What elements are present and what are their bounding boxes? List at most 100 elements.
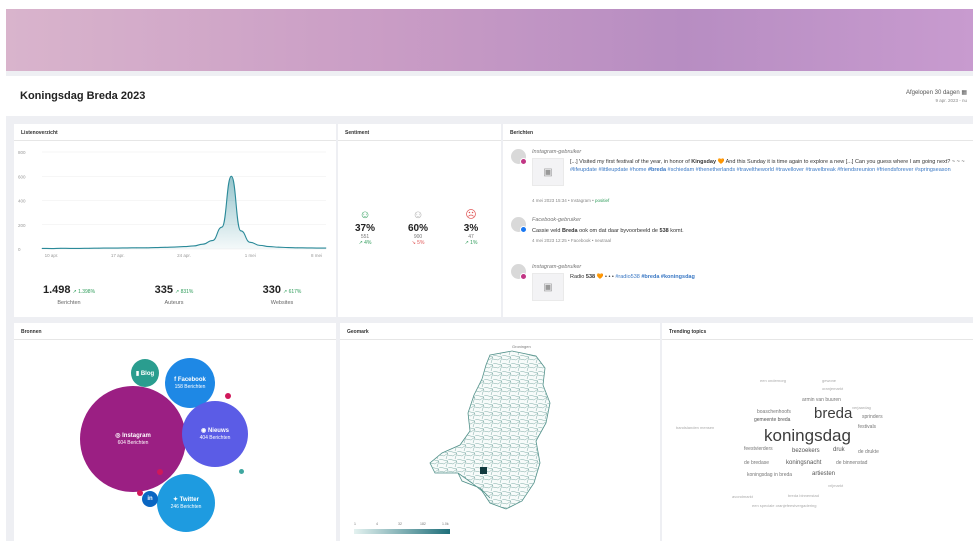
source-count: 404 Berichten [199, 435, 231, 441]
post-item[interactable]: Facebook-gebruiker Cassie veld Breda ook… [511, 217, 967, 247]
stat-auteurs: 335 ↗ 831% Auteurs [139, 280, 209, 306]
trending-word[interactable]: een ondernorg [760, 378, 786, 383]
trending-word[interactable]: de binnenstad [836, 460, 867, 466]
hashtag[interactable]: #radio538 [615, 274, 641, 280]
trending-word[interactable]: koningsnacht [786, 460, 821, 466]
post-text-span: [...] Visited my first festival of the y… [570, 159, 692, 165]
facebook-icon: f [174, 376, 177, 383]
sentiment-percent: 3% [463, 223, 479, 234]
bubble-linkedin[interactable]: in [142, 491, 158, 507]
hashtag[interactable]: #schiedam #thenetherlands #traveltheworl… [666, 167, 951, 173]
trending-word[interactable]: koningsdag [764, 426, 851, 446]
data-point [70, 247, 71, 249]
hashtag[interactable]: #breda #koningsdag [641, 274, 695, 280]
data-point [268, 246, 270, 247]
data-point [221, 226, 223, 228]
post-text-span: ook om dat daar byvoorbeeld de [577, 228, 660, 234]
trending-panel: Trending topics koningsdag breda gemeente … [662, 323, 973, 541]
trending-word[interactable]: de drukte [858, 449, 879, 455]
data-point [174, 246, 175, 248]
post-text-span: Cassie veld [532, 228, 562, 234]
word-cloud: koningsdag breda gemeente breda boaschenhoo… [662, 323, 973, 541]
x-tick-label: 1 mei [245, 253, 256, 258]
legend-tick: 4 [376, 522, 378, 526]
bubble-blog[interactable]: ▮ Blog [131, 359, 159, 387]
bubble-twitter[interactable]: ✦ Twitter 246 Berichten [157, 474, 215, 532]
post-meta-text: 4 mei 2023 15:34 • Instagram • [532, 198, 595, 203]
post-item[interactable]: Instagram-gebruiker ▣ [...] Visited my f… [511, 149, 967, 211]
data-point [278, 246, 280, 248]
trending-word[interactable]: sprinders [862, 414, 883, 420]
post-author: Instagram-gebruiker [532, 264, 582, 270]
post-meta: 4 mei 2023 15:34 • Instagram • positief [532, 198, 609, 203]
image-placeholder-icon: ▣ [532, 158, 564, 186]
hashtag[interactable]: #lifeupdate #littleupdate #home [570, 167, 648, 173]
neutral-face-icon: ☺ [412, 209, 424, 221]
series-line [41, 175, 326, 250]
trending-word[interactable]: koningsdag in breda [747, 472, 792, 478]
stat-value: 330 [262, 284, 281, 296]
trending-word[interactable]: druk [833, 447, 845, 453]
stat-value: 1.498 [42, 284, 71, 296]
trending-word[interactable]: de bredase [744, 460, 769, 466]
map-city-label: Groningen [512, 344, 531, 349]
post-item[interactable]: Instagram-gebruiker ▣ Radio 538 🧡 • • • … [511, 264, 967, 309]
instagram-icon [520, 158, 527, 165]
post-text-span: komt. [668, 228, 684, 234]
data-point [145, 247, 147, 249]
trending-word[interactable]: feestvierders [744, 446, 773, 452]
post-text-span: Radio [570, 274, 586, 280]
trending-word[interactable]: verjaardag [852, 405, 871, 410]
y-tick-label: 400 [18, 199, 26, 204]
trending-word[interactable]: bezoekers [792, 448, 820, 454]
post-text-span: 🧡 • • • [595, 274, 616, 280]
source-count: 158 Berichten [174, 383, 206, 390]
trending-word[interactable]: festivals [858, 424, 876, 430]
data-point [88, 247, 90, 249]
legend-tick: 1 [354, 522, 356, 526]
sentiment-positive: ☺ 37% 551 ↗ 4% [345, 209, 385, 246]
posts-panel: Berichten Instagram-gebruiker ▣ [...] Vi… [503, 124, 973, 317]
sentiment-title: Sentiment [345, 130, 370, 136]
trending-word[interactable]: breda [814, 405, 852, 422]
period-range: 9 apr. 2023 - nu [935, 98, 967, 103]
sentiment-change: ↗ 4% [358, 240, 372, 246]
bubble-nieuws[interactable]: ◉ Nieuws 404 Berichten [182, 401, 248, 467]
data-point [155, 247, 157, 248]
sentiment-change: ↗ 1% [464, 240, 478, 246]
trending-word[interactable]: bandslanden mensen [676, 425, 714, 430]
sentiment-percent: 37% [354, 223, 375, 234]
sentiment-change: ↘ 5% [411, 240, 425, 246]
trending-word[interactable]: armin van buuren [802, 397, 841, 403]
data-point [249, 241, 251, 243]
x-tick-label: 17 apr. [111, 253, 125, 258]
source-name: Blog [140, 370, 155, 377]
dot-other[interactable] [225, 393, 231, 399]
trending-word[interactable]: gewone [822, 378, 836, 383]
trending-word[interactable]: gemeente breda [754, 417, 790, 423]
twitter-icon: ✦ [173, 497, 179, 503]
calendar-icon: ▦ [961, 90, 967, 96]
dot-other[interactable] [157, 469, 163, 475]
trending-word[interactable]: oranjemarkt [822, 386, 843, 391]
trending-word[interactable]: boaschenhoofs [757, 409, 791, 415]
trending-word[interactable]: vrijmarkt [828, 483, 843, 488]
period-selector[interactable]: Afgelopen 30 dagen ▦ 9 apr. 2023 - nu [906, 89, 967, 105]
trending-word[interactable]: artiesten [812, 471, 835, 477]
dot-other[interactable] [239, 469, 244, 474]
netherlands-map[interactable]: Groningen 1 4 32 182 1.0k [340, 323, 660, 541]
post-text-span: 538 [585, 274, 596, 280]
data-point [325, 247, 327, 249]
trending-word[interactable]: een speciale oranjefeestvergadering [752, 503, 817, 508]
trending-word[interactable]: breda binnenstad [788, 493, 819, 498]
bubble-facebook[interactable]: f Facebook 158 Berichten [165, 358, 215, 408]
post-author: Facebook-gebruiker [532, 217, 581, 223]
x-tick-label: 24 apr. [177, 253, 191, 258]
bubble-instagram[interactable]: ◎ Instagram 604 Berichten [80, 386, 186, 492]
hashtag[interactable]: #breda [648, 167, 666, 173]
trending-word[interactable]: avondmarkt [732, 494, 753, 499]
news-icon: ◉ [201, 428, 207, 434]
page-title: Koningsdag Breda 2023 [20, 90, 146, 102]
dot-other[interactable] [137, 490, 143, 496]
data-point [51, 248, 52, 249]
